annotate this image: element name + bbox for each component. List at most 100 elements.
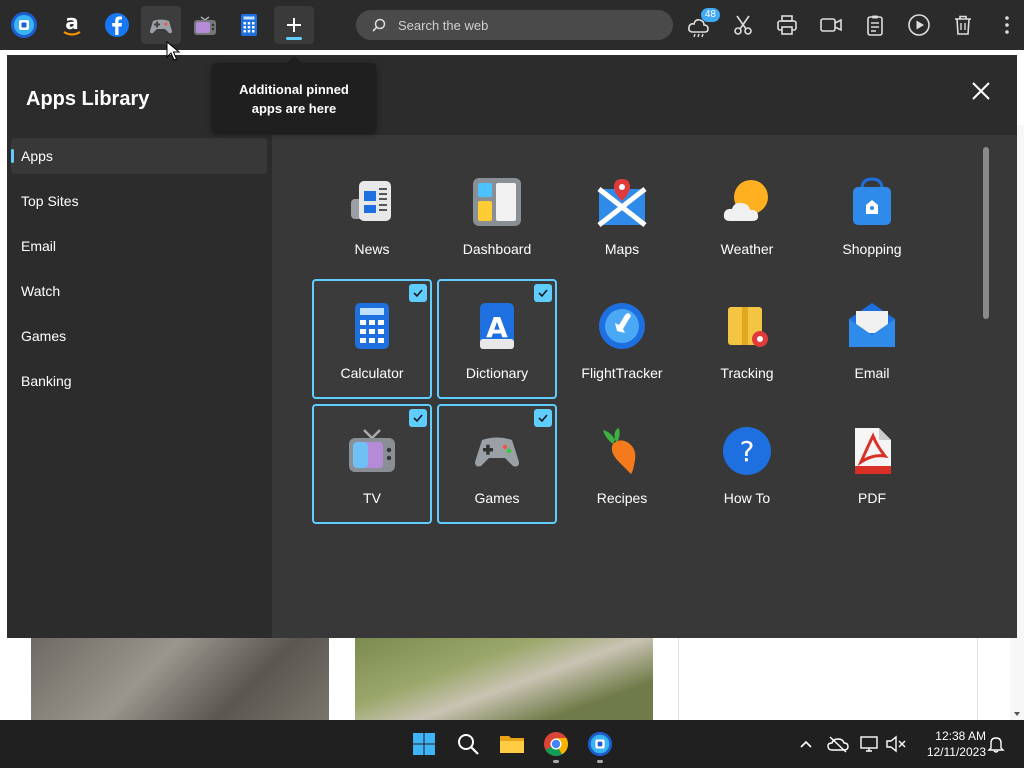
category-top-sites[interactable]: Top Sites: [11, 183, 267, 219]
windows-logo-icon: [413, 733, 435, 755]
selected-indicator: [11, 149, 14, 163]
app-tile-flight-tracker[interactable]: FlightTracker: [562, 279, 682, 399]
taskbar-file-explorer[interactable]: [496, 728, 528, 760]
news-photo-storm-damage[interactable]: [355, 638, 653, 720]
pinned-checkbox[interactable]: [534, 284, 552, 302]
search-box[interactable]: Search the web: [356, 10, 673, 40]
play-button[interactable]: [905, 11, 933, 39]
pinned-app-facebook[interactable]: [97, 6, 137, 44]
weather-button[interactable]: 48: [686, 8, 720, 39]
screen: a Search the web 48 Apps Library Apps To…: [0, 0, 1024, 768]
cloud-offline-icon: [827, 736, 849, 753]
category-label: Games: [21, 328, 67, 344]
app-tile-dashboard[interactable]: Dashboard: [437, 155, 557, 275]
panel-scrollbar[interactable]: [983, 147, 989, 319]
app-tile-dictionary[interactable]: A Dictionary: [437, 279, 557, 399]
pinned-app-games[interactable]: [141, 6, 181, 44]
category-email[interactable]: Email: [11, 228, 267, 264]
pinned-app-tv[interactable]: [185, 6, 225, 44]
browser-top-bar: a Search the web 48: [0, 0, 1024, 50]
more-options-button[interactable]: [993, 11, 1021, 39]
mouse-cursor-icon: [166, 41, 180, 61]
tooltip-line: Additional pinned: [239, 82, 349, 97]
category-banking[interactable]: Banking: [11, 363, 267, 399]
app-label: PDF: [858, 490, 886, 506]
app-tile-maps[interactable]: Maps: [562, 155, 682, 275]
checkmark-icon: [413, 289, 423, 298]
tv-icon: [349, 429, 395, 472]
system-clock[interactable]: 12:38 AM 12/11/2023: [914, 728, 986, 760]
taskbar-outlook[interactable]: [584, 728, 616, 763]
taskbar-chrome[interactable]: [540, 728, 572, 763]
category-games[interactable]: Games: [11, 318, 267, 354]
games-icon: [150, 19, 172, 34]
volume-button[interactable]: [884, 732, 908, 756]
app-tile-recipes[interactable]: Recipes: [562, 404, 682, 524]
pinned-checkbox[interactable]: [409, 409, 427, 427]
pinned-app-outlook[interactable]: [4, 6, 44, 44]
app-tile-pdf[interactable]: PDF: [812, 404, 932, 524]
app-label: Shopping: [842, 241, 902, 257]
search-icon: [458, 734, 479, 755]
pinned-app-calculator[interactable]: [229, 6, 269, 44]
app-label: Tracking: [720, 365, 774, 381]
category-label: Apps: [21, 148, 53, 164]
app-tile-shopping[interactable]: Shopping: [812, 155, 932, 275]
app-label: TV: [363, 490, 381, 506]
checkmark-icon: [538, 289, 548, 298]
news-photo-rubble[interactable]: [31, 638, 329, 720]
network-button[interactable]: [858, 732, 882, 756]
app-label: FlightTracker: [581, 365, 663, 381]
show-hidden-icons-button[interactable]: [794, 732, 818, 756]
app-label: Recipes: [596, 490, 648, 506]
plus-icon: [287, 18, 301, 32]
more-vertical-icon: [1005, 16, 1009, 34]
app-tile-news[interactable]: News: [312, 155, 432, 275]
dictionary-icon: A: [480, 303, 514, 349]
weather-badge: 48: [700, 8, 720, 22]
tv-icon: [194, 16, 216, 35]
delete-button[interactable]: [949, 11, 977, 39]
video-button[interactable]: [817, 11, 845, 39]
running-indicator: [597, 760, 603, 763]
network-monitor-icon: [860, 736, 878, 752]
clipboard-icon: [867, 15, 883, 36]
taskbar-search-button[interactable]: [452, 728, 484, 760]
tracking-icon: [728, 307, 768, 347]
category-label: Watch: [21, 283, 61, 299]
pinned-app-amazon[interactable]: a: [52, 6, 92, 44]
pinned-checkbox[interactable]: [409, 284, 427, 302]
app-tile-how-to[interactable]: ? How To: [687, 404, 807, 524]
notifications-button[interactable]: [984, 732, 1008, 756]
app-tile-tv[interactable]: TV: [312, 404, 432, 524]
start-button[interactable]: [408, 728, 440, 760]
category-watch[interactable]: Watch: [11, 273, 267, 309]
folder-icon: [500, 736, 524, 753]
pinned-apps-tooltip: Additional pinned apps are here: [212, 56, 376, 132]
printer-icon: [777, 15, 797, 35]
close-button[interactable]: [969, 79, 993, 103]
app-tile-calculator[interactable]: Calculator: [312, 279, 432, 399]
apps-library-button[interactable]: [274, 6, 314, 44]
pdf-icon: [855, 428, 891, 474]
news-icon: [351, 181, 391, 221]
clock-date: 12/11/2023: [926, 745, 986, 759]
pinned-checkbox[interactable]: [534, 409, 552, 427]
checkmark-icon: [538, 414, 548, 423]
app-tile-weather[interactable]: Weather: [687, 155, 807, 275]
screenshot-button[interactable]: [729, 11, 757, 39]
clipboard-button[interactable]: [861, 11, 889, 39]
app-label: Dashboard: [462, 241, 532, 257]
search-placeholder: Search the web: [398, 17, 489, 33]
app-tile-tracking[interactable]: Tracking: [687, 279, 807, 399]
onedrive-button[interactable]: [826, 732, 850, 756]
print-button[interactable]: [773, 11, 801, 39]
category-label: Top Sites: [21, 193, 79, 209]
how-to-icon: ?: [723, 427, 771, 475]
chrome-icon: [544, 732, 569, 757]
page-divider: [977, 638, 978, 720]
app-tile-email[interactable]: Email: [812, 279, 932, 399]
app-tile-games[interactable]: Games: [437, 404, 557, 524]
app-label: Email: [854, 365, 890, 381]
category-apps[interactable]: Apps: [11, 138, 267, 174]
